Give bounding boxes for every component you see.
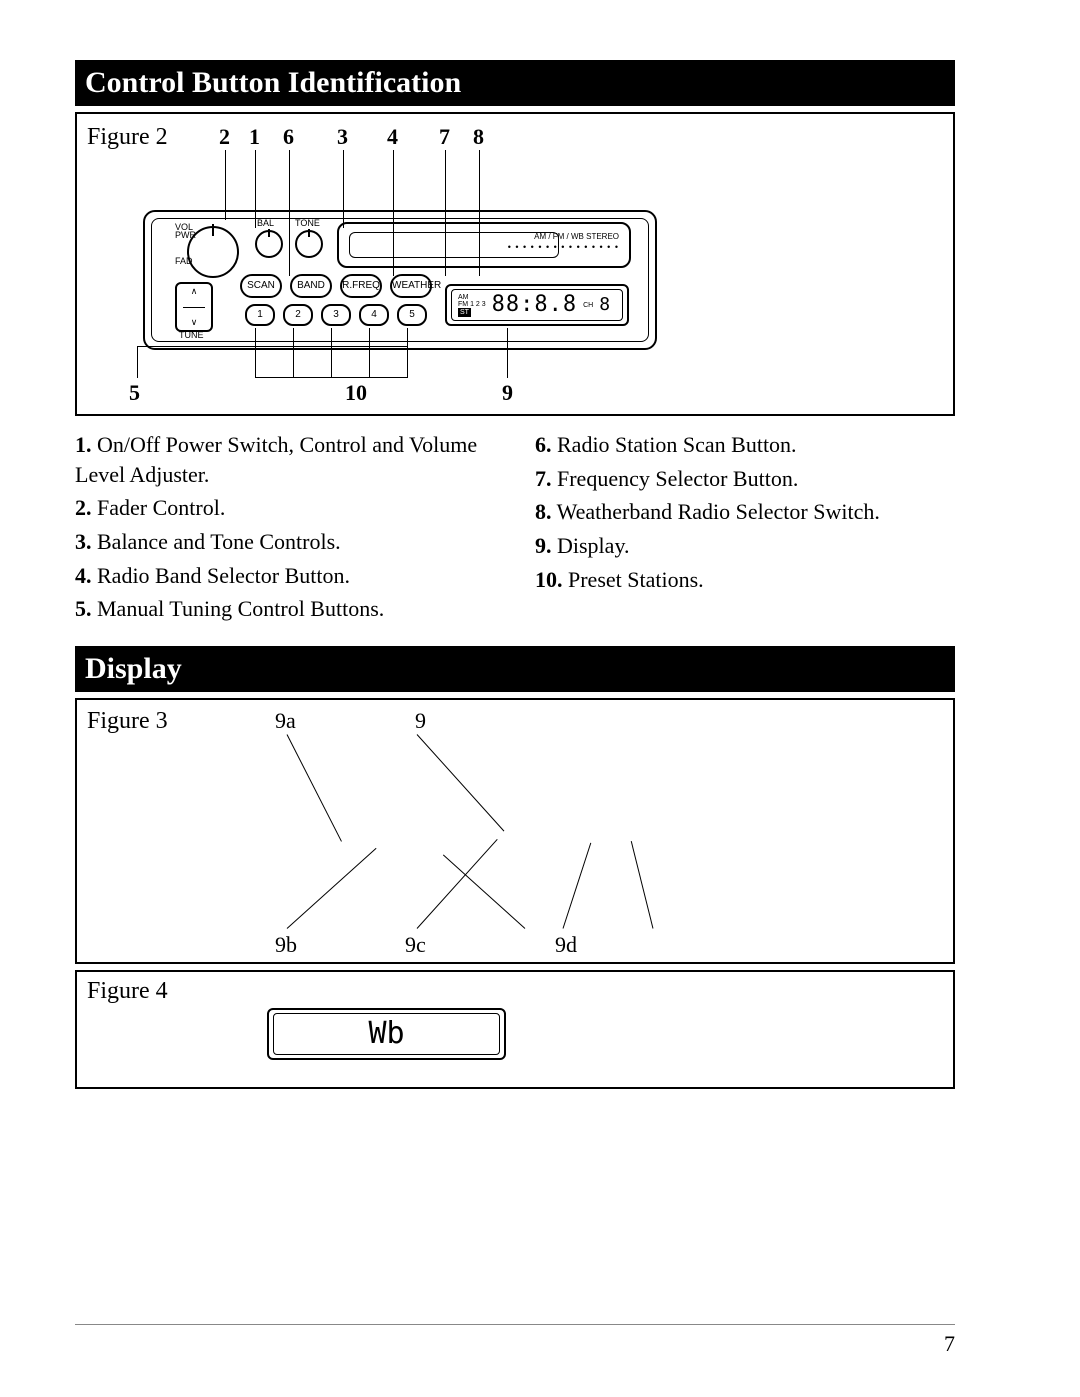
callout-2: 2 xyxy=(219,124,230,150)
callout-4: 4 xyxy=(387,124,398,150)
fad-label: FAD xyxy=(175,256,193,266)
figure-3-box: Figure 3 9a 9 9b 9c 9d xyxy=(75,698,955,964)
fig3-label-9d: 9d xyxy=(555,932,577,958)
section-heading-controls: Control Button Identification xyxy=(75,60,955,106)
lcd-preset-indicator: 1 2 3 xyxy=(470,301,486,308)
callout-9: 9 xyxy=(502,380,513,406)
fig3-label-9c: 9c xyxy=(405,932,426,958)
legend-num: 1. xyxy=(75,432,92,457)
legend-text: Radio Band Selector Button. xyxy=(97,563,350,588)
legend-text: Radio Station Scan Button. xyxy=(557,432,797,457)
radio-faceplate: VOL PWR FAD BAL TONE AM / FM / WB STEREO… xyxy=(143,210,657,350)
controls-legend: 1. On/Off Power Switch, Control and Volu… xyxy=(75,430,955,628)
preset-3-button[interactable]: 3 xyxy=(321,304,351,326)
legend-num: 3. xyxy=(75,529,92,554)
legend-text: Display. xyxy=(557,533,630,558)
legend-text: Manual Tuning Control Buttons. xyxy=(97,596,384,621)
leader-line xyxy=(331,328,332,378)
legend-num: 8. xyxy=(535,499,552,524)
leader-line xyxy=(287,848,377,929)
leader-line xyxy=(563,843,592,929)
figure-4-box: Figure 4 Wb xyxy=(75,970,955,1089)
callout-10: 10 xyxy=(345,380,367,406)
legend-num: 6. xyxy=(535,432,552,457)
legend-text: On/Off Power Switch, Control and Volume … xyxy=(75,432,477,487)
legend-num: 7. xyxy=(535,466,552,491)
preset-1-button[interactable]: 1 xyxy=(245,304,275,326)
leader-line xyxy=(507,328,508,378)
weather-button[interactable]: WEATHER xyxy=(390,274,432,298)
band-button[interactable]: BAND xyxy=(290,274,332,298)
tune-label: TUNE xyxy=(179,330,204,340)
legend-num: 5. xyxy=(75,596,92,621)
legend-num: 9. xyxy=(535,533,552,558)
lcd-am: AM xyxy=(458,294,486,301)
leader-line xyxy=(417,734,505,831)
page-number: 7 xyxy=(75,1324,955,1357)
cassette-slot[interactable]: AM / FM / WB STEREO • • • • • • • • • • … xyxy=(337,222,631,268)
lcd-display: AM FM 1 2 3 ST 88:8.8 CH 8 xyxy=(445,284,629,326)
lcd-st: ST xyxy=(458,308,471,317)
legend-text: Balance and Tone Controls. xyxy=(97,529,341,554)
leader-line xyxy=(287,734,342,841)
callout-5: 5 xyxy=(129,380,140,406)
legend-num: 4. xyxy=(75,563,92,588)
figure-3-label: Figure 3 xyxy=(87,708,168,735)
lcd-fm: FM xyxy=(458,301,468,308)
leader-line xyxy=(443,855,525,929)
callout-7: 7 xyxy=(439,124,450,150)
tone-knob[interactable] xyxy=(295,230,323,258)
callout-8: 8 xyxy=(473,124,484,150)
legend-text: Frequency Selector Button. xyxy=(557,466,798,491)
tone-label: TONE xyxy=(295,218,320,228)
legend-num: 10. xyxy=(535,567,563,592)
figure-2-label: Figure 2 xyxy=(87,124,168,151)
section-heading-display: Display xyxy=(75,646,955,692)
tune-rocker[interactable]: ∧ ∨ xyxy=(175,282,213,332)
callout-6: 6 xyxy=(283,124,294,150)
leader-line xyxy=(407,328,408,378)
legend-num: 2. xyxy=(75,495,92,520)
lcd-ch-label: CH xyxy=(583,302,593,309)
lcd-ch-num: 8 xyxy=(599,296,611,314)
scan-button[interactable]: SCAN xyxy=(240,274,282,298)
legend-text: Preset Stations. xyxy=(568,567,704,592)
leader-line xyxy=(137,346,138,378)
leader-line xyxy=(293,328,294,378)
leader-line xyxy=(255,328,256,378)
callout-3: 3 xyxy=(337,124,348,150)
leader-line xyxy=(417,839,498,929)
leader-line xyxy=(369,328,370,378)
slot-stereo-label: AM / FM / WB STEREO xyxy=(534,232,619,241)
preset-2-button[interactable]: 2 xyxy=(283,304,313,326)
preset-4-button[interactable]: 4 xyxy=(359,304,389,326)
figure-4-label: Figure 4 xyxy=(87,978,168,1005)
fig3-label-9b: 9b xyxy=(275,932,297,958)
lcd-display-wb: Wb xyxy=(267,1008,506,1060)
bal-label: BAL xyxy=(257,218,274,228)
legend-text: Fader Control. xyxy=(97,495,225,520)
fig3-label-9: 9 xyxy=(415,708,426,734)
figure-2-box: Figure 2 2 1 6 3 4 7 8 VOL PWR FAD BAL T… xyxy=(75,112,955,416)
lcd-wb-text: Wb xyxy=(368,1019,404,1049)
balance-knob[interactable] xyxy=(255,230,283,258)
leader-line xyxy=(255,377,407,378)
preset-5-button[interactable]: 5 xyxy=(397,304,427,326)
pwr-label: PWR xyxy=(175,230,196,240)
fig3-label-9a: 9a xyxy=(275,708,296,734)
lcd-freq: 88:8.8 xyxy=(492,294,577,316)
leader-line xyxy=(137,346,407,347)
callout-1: 1 xyxy=(249,124,260,150)
leader-line xyxy=(631,841,654,929)
legend-text: Weatherband Radio Selector Switch. xyxy=(557,499,880,524)
rfreq-button[interactable]: R.FREQ xyxy=(340,274,382,298)
